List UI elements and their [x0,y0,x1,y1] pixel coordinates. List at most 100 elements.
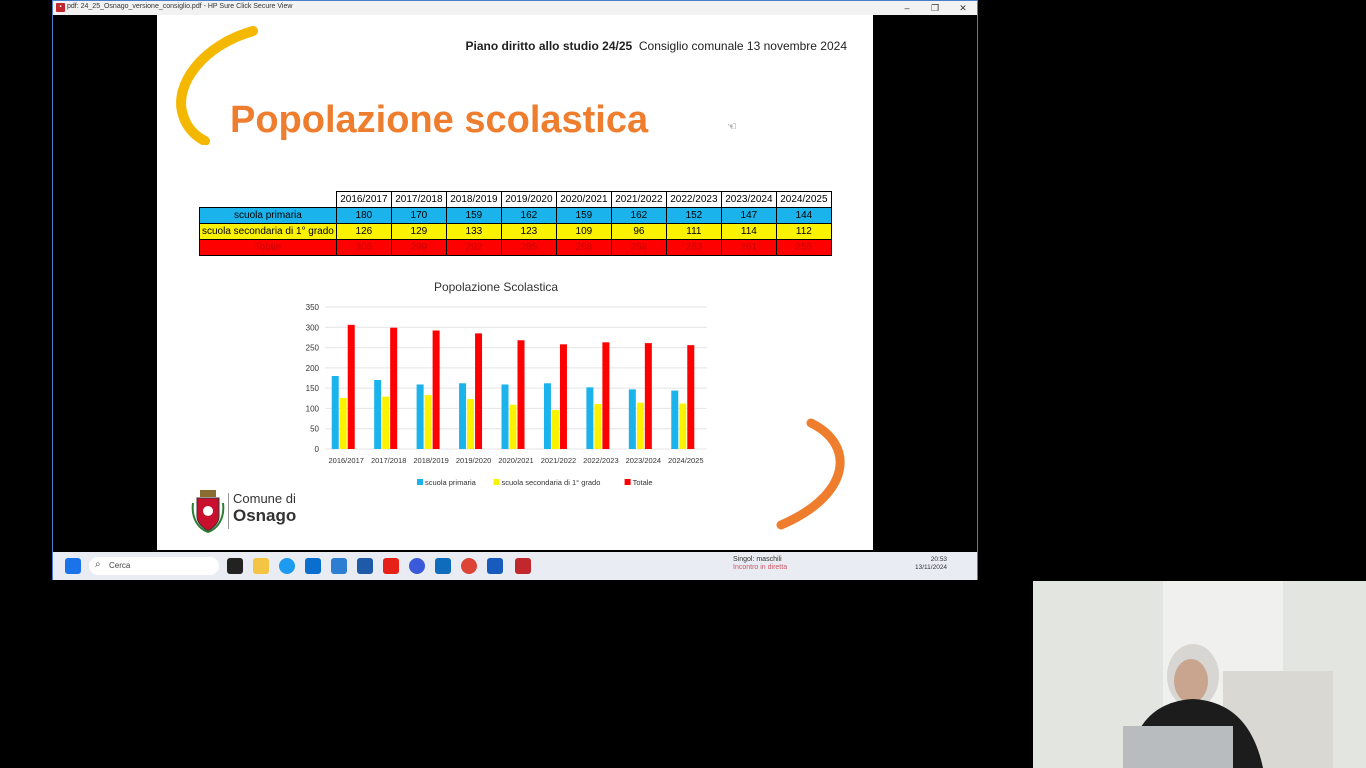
legend-label: scuola primaria [425,478,477,487]
table-cell: 111 [665,223,722,240]
x-tick-label: 2024/2025 [668,456,703,465]
y-tick-label: 50 [310,425,319,434]
table-cell: 299 [390,239,447,256]
table-cell: 159 [445,207,502,224]
hand-cursor-icon: ☜ [727,121,737,133]
table-cell: 292 [445,239,502,256]
windows-start-icon[interactable] [65,558,81,574]
tray-line1: Singol: maschili [733,556,782,563]
chart-bar [636,402,644,449]
chrome-icon[interactable] [461,558,477,574]
restore-button[interactable]: ❐ [921,1,949,15]
zoom-icon[interactable] [409,558,425,574]
webcam-video [1033,581,1366,768]
chart-bar [671,390,679,449]
table-row-secondaria: scuola secondaria di 1° grado 126 129 13… [199,223,832,240]
outlook-icon[interactable] [435,558,451,574]
x-tick-label: 2018/2019 [413,456,448,465]
y-tick-label: 150 [306,384,320,393]
legend-swatch [417,479,423,485]
tray-line2: Incontro in diretta [733,564,788,571]
x-tick-label: 2022/2023 [583,456,618,465]
table-cell: 306 [335,239,392,256]
chart-bar [390,327,398,449]
table-cell: 180 [335,207,392,224]
close-button[interactable]: ✕ [949,1,977,15]
table-row-primaria: scuola primaria 180 170 159 162 159 162 … [199,207,832,224]
year-header: 2020/2021 [555,191,612,208]
search-placeholder: Cerca [109,561,131,570]
header-bold: Piano diritto allo studio 24/25 [465,39,633,53]
table-cell: 133 [445,223,502,240]
pdf-app-icon: ▪ [56,3,65,12]
chart-bar [517,340,525,449]
x-tick-label: 2021/2022 [541,456,576,465]
table-cell: 112 [775,223,832,240]
store-icon[interactable] [305,558,321,574]
x-tick-label: 2023/2024 [626,456,661,465]
chart-bar [679,403,687,449]
app-icon[interactable] [357,558,373,574]
year-header: 2023/2024 [720,191,777,208]
year-header: 2022/2023 [665,191,722,208]
chart-bar [551,410,559,449]
chart-bar [501,384,509,449]
table-cell: 256 [775,239,832,256]
row-label: Totale [199,239,337,256]
table-cell: 159 [555,207,612,224]
table-cell: 285 [500,239,557,256]
y-tick-label: 0 [315,445,320,454]
legend-label: scuola secondaria di 1° grado [502,478,601,487]
tray-notification[interactable]: Singol: maschili Incontro in diretta [733,556,787,572]
table-corner [200,192,337,208]
youtube-icon[interactable] [383,558,399,574]
chart-bar [432,330,440,449]
table-cell: 109 [555,223,612,240]
x-tick-label: 2019/2020 [456,456,491,465]
taskbar-clock[interactable]: 20:53 13/11/2024 [915,556,947,572]
year-header: 2016/2017 [335,191,392,208]
slide-header: Piano diritto allo studio 24/25 Consigli… [465,39,847,53]
comune-logo: Comune di Osnago [228,491,297,529]
table-cell: 162 [610,207,667,224]
population-bar-chart: Popolazione Scolastica 0 50 100 150 200 250 300… [306,280,707,487]
title-bar: ▪ pdf: 24_25_Osnago_versione_consiglio.p… [53,1,977,15]
word-icon[interactable] [487,558,503,574]
comune-line1: Comune di [233,491,296,506]
minimize-button[interactable]: – [893,1,921,15]
x-tick-label: 2017/2018 [371,456,406,465]
app-icon[interactable] [331,558,347,574]
chart-bar [628,389,636,449]
chart-bar [509,404,517,449]
acrobat-icon[interactable] [515,558,531,574]
edge-browser-icon[interactable] [279,558,295,574]
taskbar-search[interactable]: ⌕ Cerca [89,557,219,575]
window-title: pdf: 24_25_Osnago_versione_consiglio.pdf… [67,3,293,10]
table-cell: 123 [500,223,557,240]
taskbar: ⌕ Cerca Singol: maschili Incontro in dir… [53,552,977,580]
chart-bar [374,380,382,449]
year-header: 2024/2025 [775,191,832,208]
chart-bar [586,387,594,449]
table-cell: 263 [665,239,722,256]
search-icon: ⌕ [95,559,101,570]
task-view-icon[interactable] [227,558,243,574]
table-cell: 261 [720,239,777,256]
chart-bar [459,383,467,449]
table-row-totale: Totale 306 299 292 285 268 258 263 261 2… [199,239,832,256]
table-cell: 126 [335,223,392,240]
chart-bar [416,384,424,449]
table-cell: 96 [610,223,667,240]
y-tick-label: 300 [306,323,320,332]
y-tick-label: 200 [306,364,320,373]
decorative-orange-arc [776,418,845,530]
table-cell: 170 [390,207,447,224]
table-cell: 258 [610,239,667,256]
legend-label: Totale [633,478,653,487]
table-cell: 268 [555,239,612,256]
file-explorer-icon[interactable] [253,558,269,574]
chart-bar [339,397,347,449]
comune-line2: Osnago [233,506,297,525]
pdf-page: Piano diritto allo studio 24/25 Consigli… [157,15,873,550]
slide-title: Popolazione scolastica [230,99,649,141]
